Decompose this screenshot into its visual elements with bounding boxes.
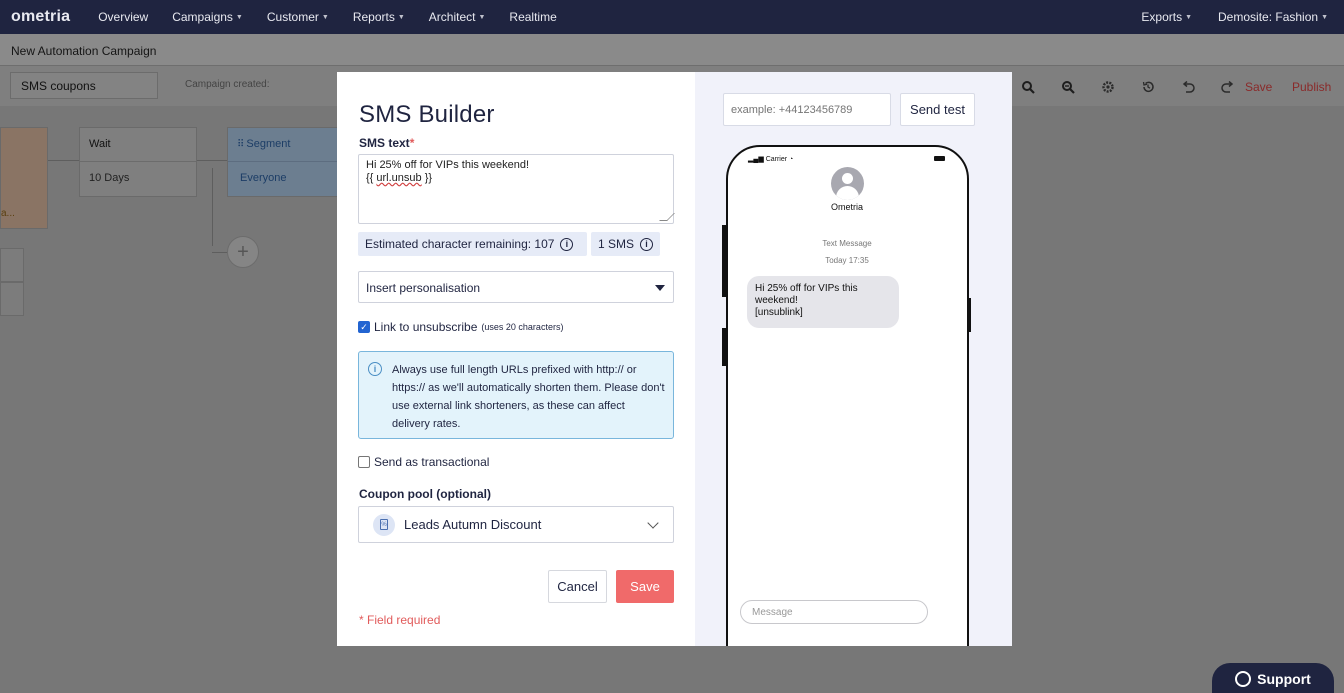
page-header: New Automation Campaign <box>0 34 1344 66</box>
sms-message-bubble: Hi 25% off for VIPs this weekend! [unsub… <box>747 276 899 328</box>
sms-text-label: SMS text* <box>359 136 415 150</box>
coupon-pool-label: Coupon pool (optional) <box>359 487 491 501</box>
wait-node-duration: 10 Days <box>89 172 130 184</box>
triangle-down-icon <box>655 285 665 291</box>
toolbar-publish-button[interactable]: Publish <box>1292 80 1331 94</box>
spellcheck-token: url.unsub <box>376 172 422 184</box>
sms-text-input[interactable]: Hi 25% off for VIPs this weekend! {{ url… <box>358 154 675 224</box>
caret-down-icon: ▼ <box>397 13 405 21</box>
info-icon[interactable]: i <box>560 237 574 251</box>
signal-icon: ▂▄▆ <box>748 156 764 163</box>
trigger-node[interactable]: a... <box>0 127 48 229</box>
toolbar-icons <box>1008 76 1248 98</box>
caret-down-icon: ▼ <box>235 13 243 21</box>
caret-down-icon: ▼ <box>1185 13 1193 21</box>
plus-icon: + <box>237 240 249 263</box>
message-type-label: Text Message <box>822 239 872 248</box>
test-phone-input[interactable] <box>723 93 891 126</box>
connector-line <box>197 160 227 161</box>
wifi-icon: ◔ <box>789 156 794 163</box>
nav-campaigns[interactable]: Campaigns ▼ <box>172 10 243 24</box>
modal-title: SMS Builder <box>359 101 495 128</box>
caret-down-icon: ▼ <box>478 13 486 21</box>
nav-right: Exports ▼ Demosite: Fashion ▼ <box>1141 0 1328 34</box>
history-icon[interactable] <box>1128 76 1168 98</box>
message-timestamp: Today 17:35 <box>825 256 869 265</box>
nav-exports[interactable]: Exports ▼ <box>1141 10 1192 24</box>
phone-message-input: Message <box>740 600 928 624</box>
phone-status-bar: ▂▄▆ Carrier ◔ <box>748 156 794 163</box>
canvas-node-stub[interactable] <box>0 248 24 282</box>
campaign-name-input[interactable]: SMS coupons <box>10 72 158 99</box>
segment-node-title: ⠿ Segment <box>228 128 343 162</box>
phone-side-button <box>967 298 971 332</box>
ometria-logo[interactable]: ometria <box>11 8 70 26</box>
connector-line <box>212 252 227 253</box>
cancel-button[interactable]: Cancel <box>548 570 607 603</box>
gear-icon[interactable] <box>1088 76 1128 98</box>
sms-builder-modal: SMS Builder SMS text* Hi 25% off for VIP… <box>337 72 1012 646</box>
link-unsubscribe-row: ✓ Link to unsubscribe (uses 20 character… <box>358 320 563 334</box>
zoom-in-icon[interactable] <box>1008 76 1048 98</box>
nav-account[interactable]: Demosite: Fashion ▼ <box>1218 10 1328 24</box>
sms-count-chip: 1 SMS i <box>591 232 660 256</box>
segment-node-audience: Everyone <box>240 172 287 184</box>
wait-node[interactable]: Wait 10 Days <box>79 127 197 197</box>
contact-name: Ometria <box>830 202 863 212</box>
phone-preview: ▂▄▆ Carrier ◔ Ometria Text Message Today… <box>726 145 969 646</box>
link-unsubscribe-note: (uses 20 characters) <box>481 322 564 332</box>
nav-reports[interactable]: Reports ▼ <box>353 10 405 24</box>
undo-icon[interactable] <box>1168 76 1208 98</box>
phone-side-button <box>722 225 726 297</box>
transactional-label: Send as transactional <box>374 455 490 469</box>
insert-personalisation-select[interactable]: Insert personalisation <box>358 271 674 303</box>
add-step-button[interactable]: + <box>227 236 259 268</box>
connector-line <box>212 168 213 246</box>
transactional-checkbox[interactable] <box>358 456 370 468</box>
info-icon: i <box>368 362 382 376</box>
connector-line <box>48 160 79 161</box>
battery-icon <box>934 156 945 161</box>
caret-down-icon: ▼ <box>1321 13 1328 21</box>
required-asterisk: * <box>409 136 415 150</box>
wait-node-title: Wait <box>80 128 196 162</box>
redo-icon[interactable] <box>1208 76 1248 98</box>
nav-architect[interactable]: Architect ▼ <box>429 10 486 24</box>
drag-handle-icon[interactable]: ⠿ <box>237 139 244 150</box>
nav-overview[interactable]: Overview <box>98 10 148 24</box>
top-navigation: ometria Overview Campaigns ▼ Customer ▼ Re… <box>0 0 1344 34</box>
toolbar-save-button[interactable]: Save <box>1245 80 1272 94</box>
sms-builder-form: SMS Builder SMS text* Hi 25% off for VIP… <box>337 72 695 646</box>
caret-down-icon: ▼ <box>321 13 329 21</box>
page-title: New Automation Campaign <box>11 44 157 58</box>
url-info-alert: i Always use full length URLs prefixed w… <box>358 351 674 439</box>
coupon-pool-select[interactable]: % Leads Autumn Discount <box>358 506 674 543</box>
nav-customer[interactable]: Customer ▼ <box>267 10 329 24</box>
nav-realtime[interactable]: Realtime <box>509 10 556 24</box>
link-unsubscribe-label: Link to unsubscribe <box>374 320 478 334</box>
send-test-button[interactable]: Send test <box>900 93 975 126</box>
campaign-created-label: Campaign created: <box>185 79 270 90</box>
support-widget-button[interactable]: Support <box>1212 663 1334 693</box>
resize-handle-icon[interactable] <box>659 213 675 221</box>
chat-bubble-icon <box>1235 671 1252 687</box>
field-required-note: * Field required <box>359 613 441 627</box>
canvas-node-stub[interactable] <box>0 282 24 316</box>
sms-preview-panel: Send test ▂▄▆ Carrier ◔ Ometria Text Mes… <box>695 72 1012 646</box>
info-icon[interactable]: i <box>640 237 653 251</box>
link-unsubscribe-checkbox[interactable]: ✓ <box>358 321 370 333</box>
zoom-out-icon[interactable] <box>1048 76 1088 98</box>
contact-avatar <box>831 167 864 200</box>
chevron-down-icon <box>647 517 659 529</box>
transactional-row: Send as transactional <box>358 455 489 469</box>
character-count-chip: Estimated character remaining: 107 i <box>358 232 587 256</box>
segment-node[interactable]: ⠿ Segment Everyone <box>227 127 344 197</box>
coupon-icon: % <box>373 513 395 536</box>
save-button[interactable]: Save <box>616 570 674 603</box>
phone-side-button <box>722 328 726 366</box>
